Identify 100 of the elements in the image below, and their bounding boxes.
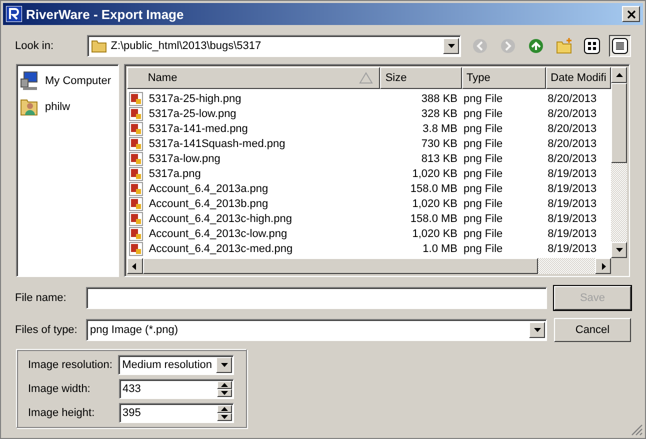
caret-down-icon — [446, 42, 456, 50]
file-name[interactable]: 5317a.png — [148, 168, 201, 180]
file-type-dropdown[interactable]: png Image (*.png) — [86, 319, 547, 341]
file-size: 388 KB — [420, 92, 458, 104]
scroll-thumb[interactable] — [611, 83, 627, 163]
image-file-icon — [128, 242, 143, 256]
number-spinner[interactable]: 395 — [118, 403, 234, 423]
image-file-icon — [128, 122, 143, 136]
cancel-button[interactable]: Cancel — [554, 318, 631, 342]
spin-up-button[interactable] — [217, 381, 232, 389]
file-name[interactable]: Account_6.4_2013c-med.png — [148, 242, 293, 254]
sort-icon — [359, 72, 374, 84]
image-file-icon — [128, 152, 143, 166]
file-date: 8/19/2013 — [546, 212, 598, 224]
file-size: 813 KB — [420, 152, 458, 164]
file-size: 730 KB — [420, 138, 458, 150]
close-icon — [626, 10, 636, 18]
caret-up-icon — [614, 70, 624, 80]
column-header[interactable]: Name — [126, 67, 380, 89]
file-date: 8/20/2013 — [546, 138, 598, 150]
list-view-button[interactable] — [581, 35, 603, 57]
spin-up-button[interactable] — [217, 405, 232, 413]
window-title: RiverWare - Export Image — [26, 6, 185, 22]
caret-down-icon — [614, 246, 624, 254]
image-file-icon — [128, 106, 143, 120]
file-date: 8/19/2013 — [546, 168, 598, 180]
file-name[interactable]: 5317a-25-low.png — [148, 108, 236, 120]
file-date: 8/19/2013 — [546, 198, 598, 210]
field-label: Image height: — [28, 407, 96, 419]
dropdown-value: png Image (*.png) — [90, 324, 180, 336]
file-size: 1,020 KB — [411, 168, 458, 180]
file-date: 8/19/2013 — [546, 228, 598, 240]
scroll-arrow-button[interactable] — [611, 242, 627, 258]
user-folder-icon — [20, 97, 40, 117]
back-icon — [472, 38, 488, 54]
dropdown-button[interactable] — [529, 322, 545, 338]
field-label: Files of type: — [15, 324, 78, 336]
file-list[interactable] — [124, 64, 630, 277]
scroll-arrow-button[interactable] — [126, 258, 143, 274]
place-item[interactable]: philw — [20, 97, 115, 117]
file-date: 8/20/2013 — [546, 92, 598, 104]
file-type: png File — [462, 168, 504, 180]
file-name[interactable]: 5317a-low.png — [148, 152, 220, 164]
file-type: png File — [462, 122, 504, 134]
place-item[interactable]: My Computer — [20, 71, 115, 91]
caret-down-icon — [220, 412, 229, 422]
image-file-icon — [128, 212, 143, 226]
forward-icon — [500, 38, 516, 54]
file-name[interactable]: Account_6.4_2013b.png — [148, 198, 268, 210]
computer-icon — [20, 71, 40, 91]
field-label: Look in: — [15, 40, 55, 52]
file-type: png File — [462, 242, 504, 254]
new-folder-icon — [556, 38, 572, 54]
field-label: Image width: — [28, 383, 92, 395]
file-date: 8/20/2013 — [546, 152, 598, 164]
folder-icon — [90, 38, 107, 54]
column-header[interactable]: Type — [462, 67, 546, 89]
spin-down-button[interactable] — [217, 389, 232, 397]
scroll-arrow-button[interactable] — [595, 258, 611, 274]
image-file-icon — [128, 136, 143, 150]
column-header[interactable]: Size — [380, 67, 462, 89]
spin-down-button[interactable] — [217, 413, 232, 421]
file-type: png File — [462, 182, 504, 194]
image-file-icon — [128, 226, 143, 240]
file-size: 1,020 KB — [411, 198, 458, 210]
file-date: 8/19/2013 — [546, 242, 598, 254]
horizontal-scrollbar[interactable] — [126, 258, 611, 274]
number-spinner[interactable]: 433 — [118, 379, 234, 399]
file-name[interactable]: 5317a-141Squash-med.png — [148, 138, 286, 150]
file-name-field[interactable] — [86, 287, 547, 309]
file-type: png File — [462, 152, 504, 164]
vertical-scrollbar[interactable] — [611, 67, 627, 258]
file-name[interactable]: 5317a-25-high.png — [148, 92, 242, 104]
app-logo-icon — [6, 6, 22, 22]
look-in-value: Z:\public_html\2013\bugs\5317 — [110, 40, 262, 52]
file-name[interactable]: Account_6.4_2013a.png — [148, 182, 268, 194]
file-size: 1.0 MB — [422, 242, 458, 254]
scroll-arrow-button[interactable] — [611, 67, 627, 83]
file-date: 8/20/2013 — [546, 108, 598, 120]
resolution-dropdown[interactable]: Medium resolution — [118, 355, 234, 375]
file-size: 1,020 KB — [411, 228, 458, 240]
close-button[interactable] — [622, 6, 640, 22]
scroll-thumb[interactable] — [142, 258, 538, 274]
file-type: png File — [462, 228, 504, 240]
field-label: Image resolution: — [28, 359, 114, 371]
dropdown-button[interactable] — [216, 357, 232, 373]
dropdown-button[interactable] — [443, 38, 459, 54]
resize-grip-icon[interactable] — [631, 424, 643, 436]
grid-view-icon — [584, 38, 600, 54]
details-view-icon — [612, 38, 628, 54]
details-view-button[interactable] — [609, 35, 631, 57]
file-date: 8/20/2013 — [546, 122, 598, 134]
file-name[interactable]: Account_6.4_2013c-high.png — [148, 212, 292, 224]
file-name[interactable]: 5317a-141-med.png — [148, 122, 248, 134]
column-header[interactable]: Date Modifi — [546, 67, 611, 89]
look-in-dropdown[interactable]: Z:\public_html\2013\bugs\5317 — [86, 35, 461, 57]
file-name[interactable]: Account_6.4_2013c-low.png — [148, 228, 288, 240]
file-date: 8/19/2013 — [546, 182, 598, 194]
file-type: png File — [462, 108, 504, 120]
caret-down-icon — [220, 388, 229, 398]
